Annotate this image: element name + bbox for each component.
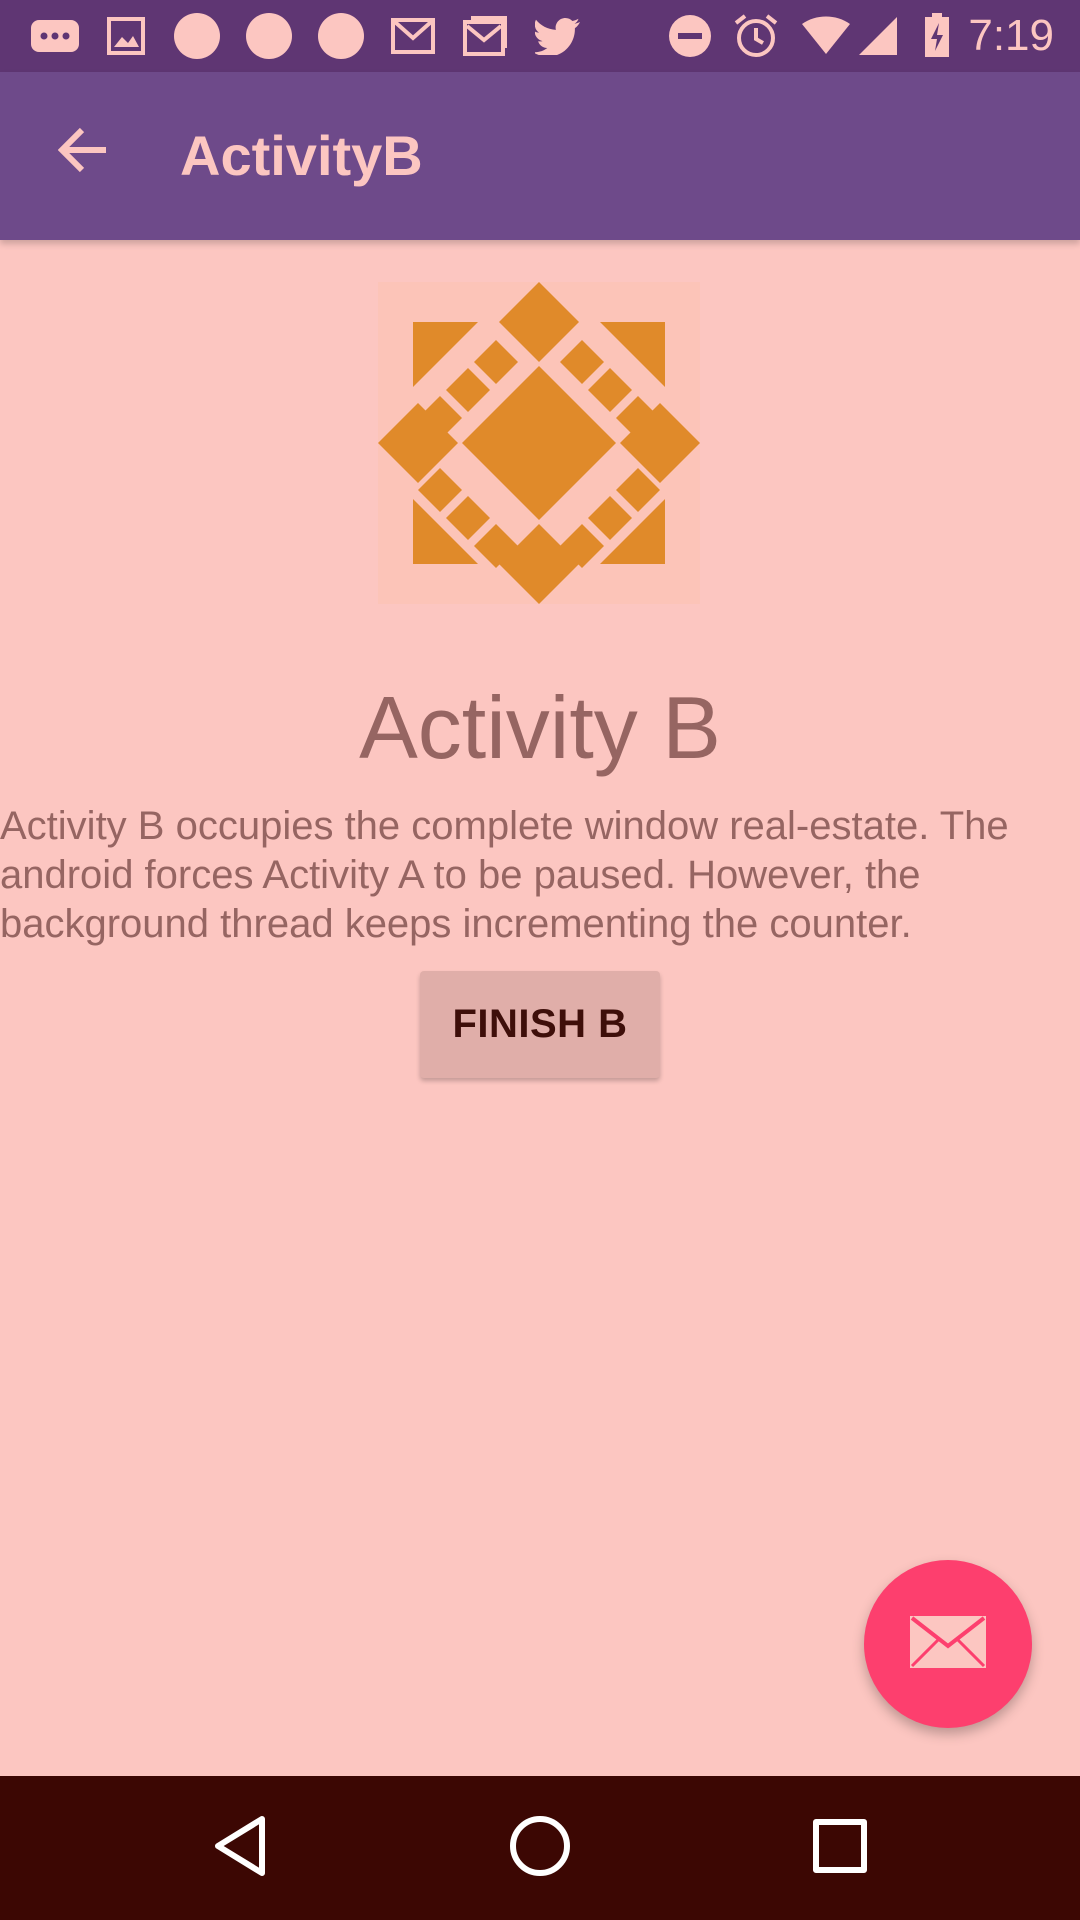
back-button[interactable]: [44, 112, 124, 192]
notification-dot-icon: [172, 13, 222, 59]
twitter-icon: [534, 14, 582, 58]
messages-icon: [28, 14, 82, 58]
recents-square-icon: [812, 1818, 868, 1879]
do-not-disturb-icon: [666, 14, 714, 58]
page-title: ActivityB: [180, 124, 423, 187]
app-logo: [378, 282, 700, 604]
wifi-icon: [800, 14, 852, 58]
battery-charging-icon: [922, 13, 952, 58]
email-icon: [910, 1615, 986, 1673]
activity-heading: Activity B: [359, 678, 721, 777]
status-bar: 7:19: [0, 0, 1080, 72]
home-circle-icon: [509, 1815, 571, 1882]
nav-recents-button[interactable]: [790, 1798, 890, 1898]
alarm-icon: [732, 14, 780, 58]
email-fab-button[interactable]: [864, 1560, 1032, 1728]
notification-dot-icon: [316, 13, 366, 59]
back-triangle-icon: [210, 1814, 270, 1883]
nav-back-button[interactable]: [190, 1798, 290, 1898]
signal-icon: [856, 14, 900, 58]
nav-home-button[interactable]: [490, 1798, 590, 1898]
image-icon: [104, 14, 148, 58]
activity-description: Activity B occupies the complete window …: [0, 804, 1009, 946]
finish-button[interactable]: FINISH B: [420, 971, 660, 1078]
notification-dot-icon: [244, 13, 294, 59]
app-bar: ActivityB: [0, 72, 1080, 240]
navigation-bar: [0, 1776, 1080, 1920]
gmail-icon: [390, 14, 436, 58]
inbox-icon: [462, 14, 508, 58]
arrow-back-icon: [57, 126, 110, 179]
status-time: 7:19: [968, 11, 1054, 60]
diamond-pattern-logo: [378, 282, 700, 608]
